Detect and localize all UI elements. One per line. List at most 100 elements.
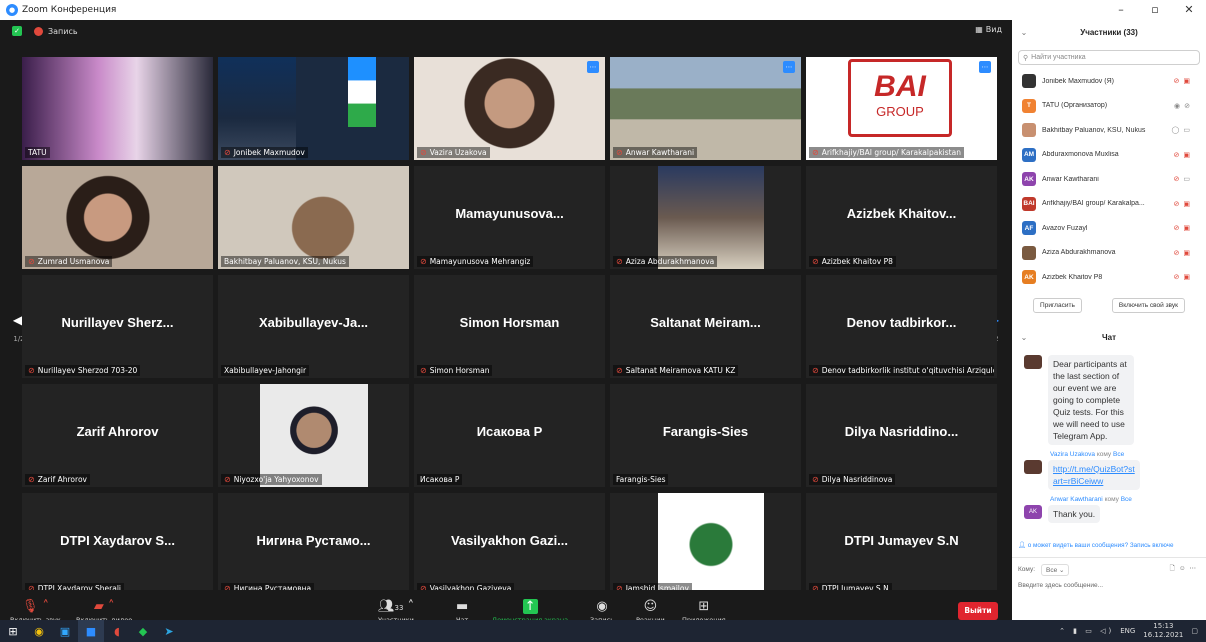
video-tile[interactable]: Mamayunusova... ⊘ Mamayunusova Mehrangiz bbox=[414, 166, 605, 269]
green-app-icon[interactable]: ◆ bbox=[130, 620, 156, 642]
participant-row[interactable]: AM Abduraxmonova Muxlisa ⊘ ▣ bbox=[1012, 143, 1206, 168]
muted-mic-icon: ⊘ bbox=[420, 366, 427, 375]
participant-video: BAI GROUP bbox=[806, 57, 997, 160]
participant-status: ◯ ▭ bbox=[1172, 126, 1206, 134]
collapse-participants-icon[interactable]: ⌄ bbox=[1012, 28, 1036, 37]
video-tile[interactable]: Нигина Рустамо... ⊘ Нигина Рустамовна bbox=[218, 493, 409, 596]
mic-status-icon: ⊘ bbox=[1173, 78, 1180, 86]
video-tile[interactable]: ⋯ ⊘ Anwar Kawtharani bbox=[610, 57, 801, 160]
participant-avatar: AK bbox=[1022, 172, 1036, 187]
video-tile[interactable]: Исакова Р Исакова Р bbox=[414, 384, 605, 487]
video-tile[interactable]: DTPI Jumayev S.N ⊘ DTPI Jumayev S.N bbox=[806, 493, 997, 596]
video-tile[interactable]: Xabibullayev-Ja... Xabibullayev-Jahongir bbox=[218, 275, 409, 378]
participant-name: Jonibek Maxmudov bbox=[233, 148, 305, 157]
video-options-icon[interactable]: ⋯ bbox=[979, 61, 991, 73]
photoshop-icon[interactable]: ▣ bbox=[52, 620, 78, 642]
minimize-button[interactable]: – bbox=[1104, 0, 1138, 20]
recipient-select[interactable]: Все ⌄ bbox=[1041, 563, 1070, 576]
notification-icon[interactable]: ▢ bbox=[1191, 627, 1198, 635]
collapse-chat-icon[interactable]: ⌄ bbox=[1012, 333, 1036, 342]
video-tile[interactable]: ⊘ Jamshid Ismailov bbox=[610, 493, 801, 596]
video-tile[interactable]: Azizbek Khaitov... ⊘ Azizbek Khaitov P8 bbox=[806, 166, 997, 269]
video-options-icon[interactable]: ⋯ bbox=[587, 61, 599, 73]
bai-group-logo: BAI GROUP bbox=[848, 59, 952, 137]
participant-row[interactable]: Jonibek Maxmudov (Я) ⊘ ▣ bbox=[1012, 69, 1206, 94]
participant-display-name: Исакова Р bbox=[476, 424, 543, 439]
participant-row[interactable]: T TATU (Организатор) ◉ ⊘ bbox=[1012, 94, 1206, 119]
windows-start-icon[interactable]: ⊞ bbox=[0, 620, 26, 642]
video-tile[interactable]: Denov tadbirkor... ⊘ Denov tadbirkorlik in… bbox=[806, 275, 997, 378]
video-tile[interactable]: Simon Horsman ⊘ Simon Horsman bbox=[414, 275, 605, 378]
participant-name: Mamayunusova Mehrangiz bbox=[429, 257, 531, 266]
video-tile[interactable]: Dilya Nasriddino... ⊘ Dilya Nasriddinova bbox=[806, 384, 997, 487]
video-tile[interactable]: ⊘ Niyozxo'ja Yahyoxonov bbox=[218, 384, 409, 487]
participant-name: Zarif Ahrorov bbox=[37, 475, 87, 484]
video-tile[interactable]: ⊘ Aziza Abdurakhmanova bbox=[610, 166, 801, 269]
chat-tools-icon[interactable]: 🗋☺⋯ bbox=[1170, 564, 1200, 575]
participant-row[interactable]: BAI Arifkhajiy/BAI group/ Karakalpa... ⊘ ▣ bbox=[1012, 192, 1206, 217]
participant-row[interactable]: Aziza Abdurakhmanova ⊘ ▣ bbox=[1012, 241, 1206, 266]
close-button[interactable]: ✕ bbox=[1172, 0, 1206, 20]
language-indicator[interactable]: ENG bbox=[1120, 627, 1135, 635]
participant-search-input[interactable]: ⚲ Найти участника bbox=[1018, 50, 1200, 65]
maximize-button[interactable]: ▫ bbox=[1138, 0, 1172, 20]
to-label: Кому: bbox=[1018, 566, 1035, 573]
muted-mic-icon: ⊘ bbox=[616, 257, 623, 266]
red-app-icon[interactable]: ◖ bbox=[104, 620, 130, 642]
video-tile[interactable]: TATU bbox=[22, 57, 213, 160]
apps-icon: ⊞ bbox=[698, 599, 710, 614]
video-tile[interactable]: Vasilyakhon Gazi... ⊘ Vasilyakhon Gaziyeva bbox=[414, 493, 605, 596]
participant-row[interactable]: AK Azizbek Khaitov P8 ⊘ ▣ bbox=[1012, 265, 1206, 290]
chat-visibility-notice[interactable]: 👤︎ о может видеть ваши сообщения? Запись… bbox=[1018, 541, 1206, 549]
video-tile[interactable]: ⋯ ⊘ Vazira Uzakova bbox=[414, 57, 605, 160]
participant-row[interactable]: AK Anwar Kawtharani ⊘ ▭ bbox=[1012, 167, 1206, 192]
clock[interactable]: 15:13 16.12.2021 bbox=[1143, 622, 1183, 640]
video-tile[interactable]: Zarif Ahrorov ⊘ Zarif Ahrorov bbox=[22, 384, 213, 487]
leave-button[interactable]: Выйти bbox=[958, 602, 998, 620]
video-tile[interactable]: Farangis-Sies Farangis-Sies bbox=[610, 384, 801, 487]
chat-avatar bbox=[1024, 459, 1042, 474]
unmute-me-button[interactable]: Включить свой звук bbox=[1111, 297, 1185, 313]
participant-list-name: Anwar Kawtharani bbox=[1042, 175, 1099, 183]
recording-indicator[interactable]: Запись bbox=[34, 26, 78, 36]
participant-display-name: Xabibullayev-Ja... bbox=[258, 315, 369, 330]
video-tile[interactable]: Nurillayev Sherz... ⊘ Nurillayev Sherzod 7… bbox=[22, 275, 213, 378]
participant-list-name: Avazov Fuzayl bbox=[1042, 224, 1088, 232]
muted-mic-icon: ⊘ bbox=[812, 475, 819, 484]
zoom-taskbar-icon[interactable]: ■ bbox=[78, 620, 104, 642]
video-tile[interactable]: DTPI Xaydarov S... ⊘ DTPI Xaydarov Sherali bbox=[22, 493, 213, 596]
participant-display-name: Dilya Nasriddino... bbox=[844, 424, 959, 439]
video-tile[interactable]: Bakhitbay Paluanov, KSU, Nukus bbox=[218, 166, 409, 269]
chat-input[interactable]: Введите здесь сообщение... bbox=[1018, 582, 1200, 589]
video-options-icon[interactable]: ⋯ bbox=[783, 61, 795, 73]
video-status-icon: ▣ bbox=[1183, 274, 1190, 282]
participant-list-name: Azizbek Khaitov P8 bbox=[1042, 273, 1103, 281]
participant-display-name: Mamayunusova... bbox=[455, 206, 564, 221]
participant-name-label: ⊘ Aziza Abdurakhmanova bbox=[613, 256, 718, 267]
participant-name: Farangis-Sies bbox=[616, 475, 666, 484]
video-tile[interactable]: BAI GROUP ⋯ ⊘ Arifkhajiy/BAI group/ Karakalp… bbox=[806, 57, 997, 160]
video-tile[interactable]: Saltanat Meiram... ⊘ Saltanat Meiramova KA… bbox=[610, 275, 801, 378]
view-label: Вид bbox=[985, 25, 1002, 34]
view-button[interactable]: ▦ Вид bbox=[975, 25, 1002, 34]
participant-display-name: Zarif Ahrorov bbox=[76, 424, 159, 439]
participant-status: ◉ ⊘ bbox=[1172, 102, 1206, 110]
tray-icons[interactable]: ⌃ ▮ ▭ ◁) bbox=[1059, 627, 1114, 635]
video-tile[interactable]: ⊘ Zumrad Usmanova bbox=[22, 166, 213, 269]
participant-row[interactable]: Bakhitbay Paluanov, KSU, Nukus ◯ ▭ bbox=[1012, 118, 1206, 143]
video-status-icon: ▭ bbox=[1183, 176, 1190, 184]
muted-mic-icon: ⊘ bbox=[616, 366, 623, 375]
security-shield-icon[interactable]: ✓ bbox=[12, 26, 22, 36]
video-status-icon: ▣ bbox=[1183, 151, 1190, 159]
chrome-icon[interactable]: ◉ bbox=[26, 620, 52, 642]
participant-name: Bakhitbay Paluanov, KSU, Nukus bbox=[224, 257, 346, 266]
telegram-icon[interactable]: ➤ bbox=[156, 620, 182, 642]
participant-name-label: ⊘ Arifkhajiy/BAI group/ Karakalpakistan bbox=[809, 147, 964, 158]
participant-display-name: Farangis-Sies bbox=[662, 424, 749, 439]
chat-to-word: кому bbox=[1104, 495, 1119, 503]
chat-link[interactable]: http://t.me/QuizBot?start=rBiCeiww bbox=[1048, 459, 1140, 490]
video-tile[interactable]: ⊘ Jonibek Maxmudov bbox=[218, 57, 409, 160]
invite-button[interactable]: Пригласить bbox=[1033, 297, 1082, 313]
participant-row[interactable]: AF Avazov Fuzayl ⊘ ▣ bbox=[1012, 216, 1206, 241]
video-status-icon: ▣ bbox=[1183, 200, 1190, 208]
